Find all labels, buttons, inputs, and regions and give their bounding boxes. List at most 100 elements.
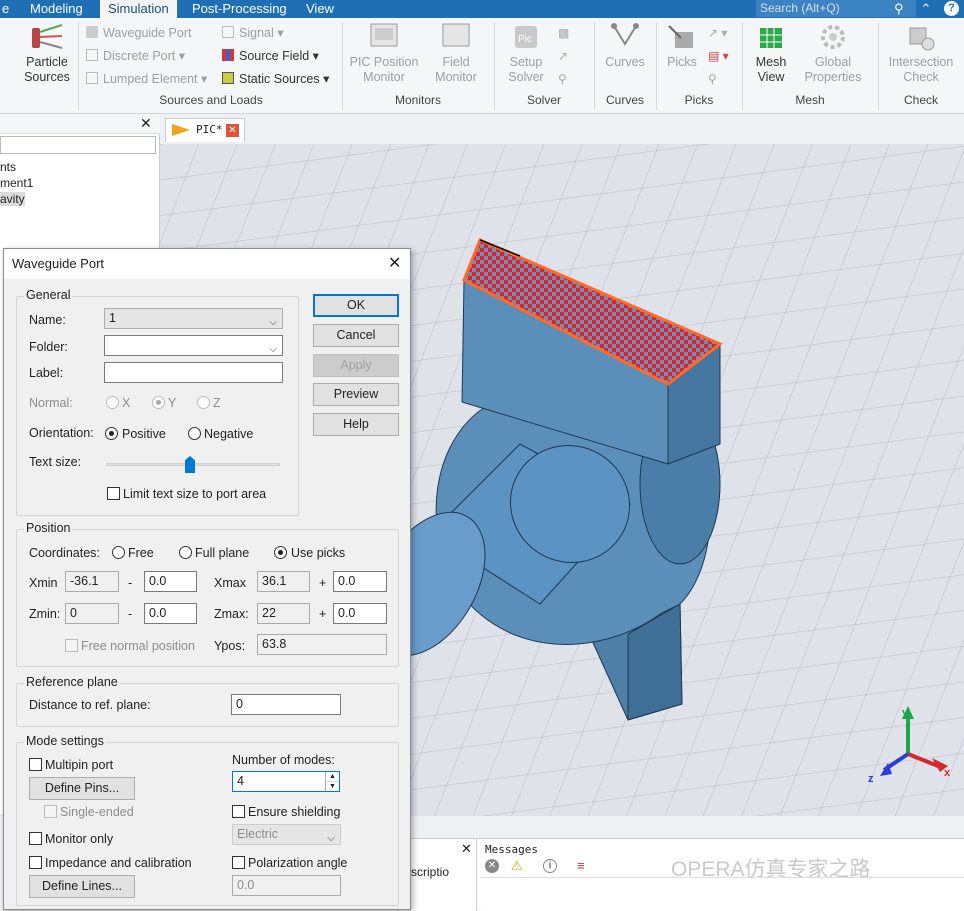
mesh-view-button[interactable]: Mesh View [748,22,794,85]
xmin-offset-field[interactable]: 0.0 [144,571,197,592]
apply-button[interactable]: Apply [313,354,399,377]
group-label-solver: Solver [526,93,561,107]
coord-full-plane-radio[interactable] [179,546,192,559]
pick-list-icon[interactable]: ▤ ▾ [708,49,729,63]
field-monitor-button[interactable]: Field Monitor [424,22,488,85]
orientation-positive-radio[interactable] [105,427,118,440]
solver-small-icon[interactable]: ↗ [558,49,568,63]
single-ended-checkbox[interactable] [44,805,57,818]
menu-post-processing[interactable]: Post-Processing [184,0,295,18]
coord-use-picks-radio[interactable] [274,546,287,559]
monitor-only-checkbox[interactable] [29,832,42,845]
close-icon[interactable]: ✕ [461,841,472,857]
help-icon[interactable]: ? [944,1,959,16]
polarization-checkbox[interactable] [232,856,245,869]
orientation-negative-radio[interactable] [188,427,201,440]
menu-modeling[interactable]: Modeling [22,0,91,18]
label-input[interactable] [104,362,283,383]
solver-small-icon[interactable]: ▩ [558,26,569,40]
spin-down-icon[interactable]: ▼ [325,781,339,791]
cancel-button[interactable]: Cancel [313,324,399,347]
global-properties-button[interactable]: Global Properties [800,22,866,85]
discrete-port-button[interactable]: Discrete Port ▾ [86,49,185,64]
tab-pic[interactable]: PIC* ✕ [165,118,245,142]
waveguide-port-button[interactable]: Waveguide Port [86,26,191,41]
zmax-label: Zmax: [214,607,249,621]
pick-tool-icon[interactable]: ↗ ▾ [708,26,727,40]
close-icon[interactable]: ✕ [388,249,401,279]
preview-button[interactable]: Preview [313,383,399,406]
search-box[interactable]: Search (Alt+Q) [756,0,916,17]
distance-label: Distance to ref. plane: [29,698,151,712]
search-icon[interactable]: ⚲ [894,1,904,17]
name-combo[interactable]: 1 ⌵ [104,308,283,329]
distance-field[interactable]: 0 [231,694,341,715]
tree-item-selected[interactable]: avity [0,192,25,206]
dialog-titlebar: Waveguide Port ✕ [4,249,410,279]
waveguide-port-dialog: Waveguide Port ✕ General Name: 1 ⌵ Folder… [3,248,411,910]
discrete-port-label: Discrete Port [103,49,176,63]
clear-messages-icon[interactable]: ≡ [577,858,585,873]
num-modes-spinner[interactable]: 4 ▲ ▼ [232,771,340,792]
zmax-field[interactable]: 22 [257,603,310,624]
impedance-label: Impedance and calibration [45,856,192,870]
label-label: Label: [29,366,64,380]
ensure-shielding-label: Ensure shielding [248,805,341,819]
free-normal-checkbox[interactable] [65,639,78,652]
shielding-type-combo[interactable]: Electric ⌵ [232,824,341,845]
tree-item[interactable]: nts [0,160,16,174]
warning-filter-icon[interactable]: ⚠ [511,858,523,874]
setup-solver-icon: Pic [509,22,543,52]
info-filter-icon[interactable]: i [543,859,557,873]
zmin-offset-field[interactable]: 0.0 [144,603,197,624]
close-icon[interactable]: ✕ [140,115,152,132]
define-lines-button[interactable]: Define Lines... [29,875,135,898]
help-button[interactable]: Help [313,413,399,436]
curves-button[interactable]: Curves [598,22,652,70]
ok-button[interactable]: OK [313,294,399,317]
coord-free-radio[interactable] [112,546,125,559]
minimize-ribbon-icon[interactable]: ⌃ [917,0,935,18]
multipin-checkbox[interactable] [29,758,42,771]
ensure-shielding-checkbox[interactable] [232,805,245,818]
ypos-field[interactable]: 63.8 [257,634,387,655]
mesh-view-label: Mesh View [755,55,787,84]
define-pins-button[interactable]: Define Pins... [29,777,135,800]
tree-filter-input[interactable] [0,136,156,154]
pic-position-monitor-button[interactable]: PIC Position Monitor [346,22,422,85]
solver-small-icon[interactable]: ⚲ [558,72,567,86]
zmin-field[interactable]: 0 [65,603,119,624]
folder-combo[interactable]: ⌵ [104,335,283,356]
xmax-field[interactable]: 36.1 [257,571,310,592]
intersection-check-button[interactable]: Intersection Check [882,22,960,85]
limit-text-checkbox[interactable] [107,487,120,500]
polarization-field[interactable]: 0.0 [232,875,341,896]
signal-button[interactable]: Signal ▾ [222,26,284,41]
menu-view[interactable]: View [298,0,342,18]
setup-solver-button[interactable]: Pic Setup Solver [500,22,552,85]
menu-simulation[interactable]: Simulation [100,0,177,18]
xmax-offset-field[interactable]: 0.0 [333,571,387,592]
xmin-field[interactable]: -36.1 [65,571,119,592]
slider-thumb[interactable] [185,456,195,473]
ribbon-separator [494,22,495,110]
normal-x-radio[interactable] [106,396,119,409]
error-filter-icon[interactable]: ✕ [485,859,499,873]
normal-z-radio[interactable] [197,396,210,409]
zmax-offset-field[interactable]: 0.0 [333,603,387,624]
normal-y-radio[interactable] [152,396,165,409]
spin-up-icon[interactable]: ▲ [325,772,339,781]
static-sources-button[interactable]: Static Sources ▾ [222,72,329,87]
close-tab-icon[interactable]: ✕ [226,124,239,137]
source-field-button[interactable]: Source Field ▾ [222,49,319,64]
menu-file[interactable]: e [0,0,17,18]
lumped-element-icon [86,72,98,84]
particle-sources-button[interactable]: Particle Sources [16,22,78,85]
tree-item[interactable]: ment1 [0,176,33,190]
text-size-slider[interactable] [106,452,280,476]
coord-use-picks-label: Use picks [291,546,346,560]
lumped-element-button[interactable]: Lumped Element ▾ [86,72,207,87]
impedance-checkbox[interactable] [29,856,42,869]
clear-picks-icon[interactable]: ⚲ [708,72,717,86]
picks-button[interactable]: Picks [660,22,704,70]
